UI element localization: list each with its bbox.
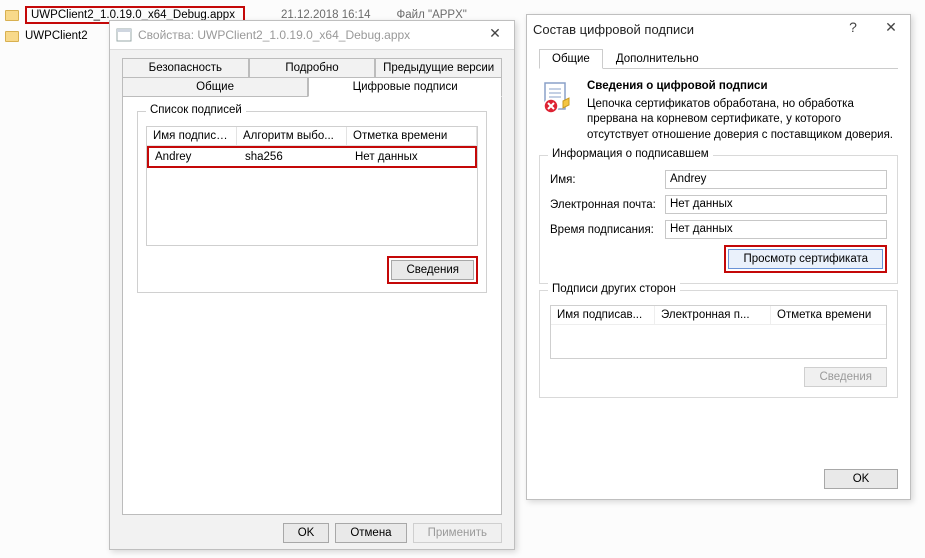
details-button-highlight: Сведения <box>387 256 478 284</box>
ok-button[interactable]: OK <box>283 523 330 543</box>
name-field[interactable]: Andrey <box>665 170 887 189</box>
apply-button[interactable]: Применить <box>413 523 502 543</box>
signer-info-group: Информация о подписавшем Имя: Andrey Эле… <box>539 155 898 284</box>
group-label: Список подписей <box>146 104 246 116</box>
dialog-title: Свойства: UWPClient2_1.0.19.0_x64_Debug.… <box>138 28 410 42</box>
folder-icon <box>5 10 19 21</box>
col-signer[interactable]: Имя подписав... <box>147 127 237 145</box>
signature-list-group: Список подписей Имя подписав... Алгоритм… <box>137 111 487 293</box>
dialog-actions: OK <box>539 461 898 489</box>
col-signer[interactable]: Имя подписав... <box>551 306 655 324</box>
file-name-2: UWPClient2 <box>25 30 88 42</box>
signature-row[interactable]: Andrey sha256 Нет данных <box>147 146 477 168</box>
properties-dialog: Свойства: UWPClient2_1.0.19.0_x64_Debug.… <box>109 20 515 550</box>
tab-strip: Безопасность Подробно Предыдущие версии … <box>122 58 502 96</box>
signing-time-label: Время подписания: <box>550 224 665 236</box>
cancel-button[interactable]: Отмена <box>335 523 406 543</box>
details-button[interactable]: Сведения <box>391 260 474 280</box>
explorer-file-row-2[interactable]: UWPClient2 <box>5 30 88 42</box>
signature-list[interactable]: Имя подписав... Алгоритм выбо... Отметка… <box>146 126 478 246</box>
tab-general[interactable]: Общие <box>539 49 603 69</box>
cell-algorithm: sha256 <box>239 148 349 166</box>
tab-previous-versions[interactable]: Предыдущие версии <box>375 58 502 78</box>
col-timestamp[interactable]: Отметка времени <box>347 127 477 145</box>
view-certificate-highlight: Просмотр сертификата <box>724 245 887 273</box>
signature-info-header: Сведения о цифровой подписи Цепочка серт… <box>539 69 898 149</box>
list-header[interactable]: Имя подписав... Алгоритм выбо... Отметка… <box>147 127 477 146</box>
close-icon[interactable]: ✕ <box>872 15 910 39</box>
titlebar[interactable]: Свойства: UWPClient2_1.0.19.0_x64_Debug.… <box>110 21 514 49</box>
name-label: Имя: <box>550 174 665 186</box>
certificate-error-icon <box>541 79 577 115</box>
dialog-actions: OK Отмена Применить <box>122 515 502 543</box>
tab-panel: Список подписей Имя подписав... Алгоритм… <box>122 96 502 515</box>
tab-strip: Общие Дополнительно <box>539 49 898 69</box>
email-label: Электронная почта: <box>550 199 665 211</box>
view-certificate-button[interactable]: Просмотр сертификата <box>728 249 883 269</box>
tab-digital-signatures[interactable]: Цифровые подписи <box>308 77 502 97</box>
help-icon[interactable]: ? <box>834 15 872 39</box>
col-email[interactable]: Электронная п... <box>655 306 771 324</box>
signing-time-field[interactable]: Нет данных <box>665 220 887 239</box>
col-algorithm[interactable]: Алгоритм выбо... <box>237 127 347 145</box>
cell-timestamp: Нет данных <box>349 148 475 166</box>
properties-icon <box>116 27 132 43</box>
info-title: Сведения о цифровой подписи <box>587 79 896 95</box>
countersignatures-list[interactable]: Имя подписав... Электронная п... Отметка… <box>550 305 887 359</box>
dialog-title: Состав цифровой подписи <box>533 22 694 37</box>
close-icon[interactable]: ✕ <box>476 21 514 45</box>
tab-advanced[interactable]: Дополнительно <box>603 49 712 68</box>
tab-security[interactable]: Безопасность <box>122 58 249 78</box>
titlebar[interactable]: Состав цифровой подписи ? ✕ <box>527 15 910 43</box>
tab-details[interactable]: Подробно <box>249 58 376 78</box>
cell-signer: Andrey <box>149 148 239 166</box>
email-field[interactable]: Нет данных <box>665 195 887 214</box>
signature-details-dialog: Состав цифровой подписи ? ✕ Общие Дополн… <box>526 14 911 500</box>
group-label: Информация о подписавшем <box>548 148 713 160</box>
list-header[interactable]: Имя подписав... Электронная п... Отметка… <box>551 306 886 325</box>
tab-general[interactable]: Общие <box>122 77 308 97</box>
info-body: Цепочка сертификатов обработана, но обра… <box>587 97 896 144</box>
folder-icon <box>5 31 19 42</box>
countersignatures-group: Подписи других сторон Имя подписав... Эл… <box>539 290 898 398</box>
group-label: Подписи других сторон <box>548 283 680 295</box>
ok-button[interactable]: OK <box>824 469 898 489</box>
col-timestamp[interactable]: Отметка времени <box>771 306 886 324</box>
details-button: Сведения <box>804 367 887 387</box>
